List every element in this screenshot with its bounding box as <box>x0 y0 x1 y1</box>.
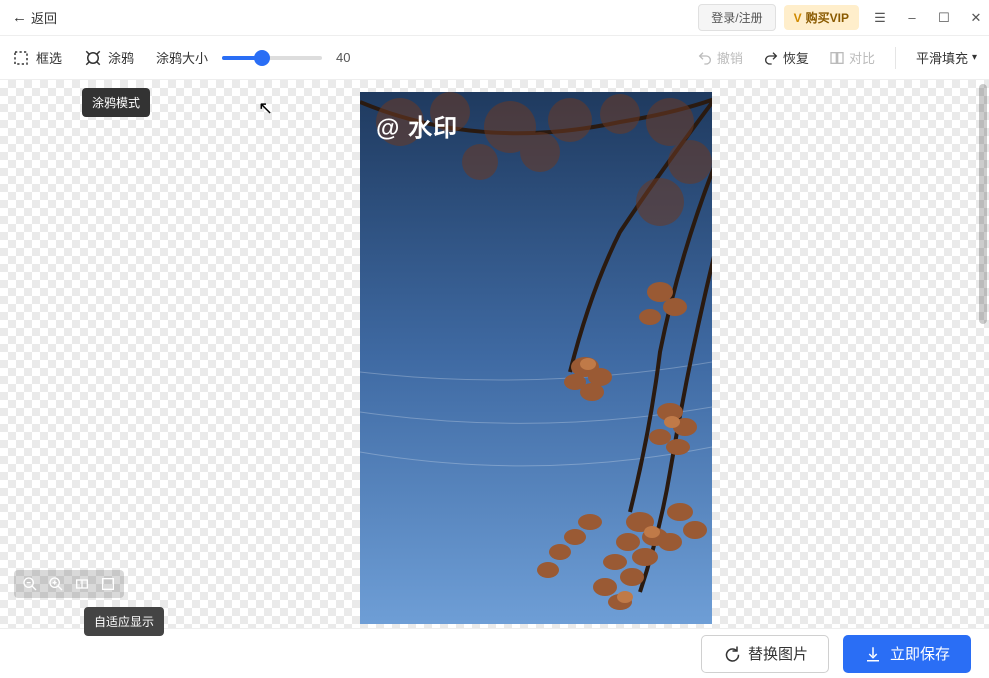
redo-label: 恢复 <box>783 48 809 67</box>
chevron-down-icon: ▾ <box>972 52 977 63</box>
brush-size-slider[interactable] <box>222 56 322 60</box>
redo-icon <box>763 50 779 66</box>
window-header: 返回 登录/注册 V 购买VIP ☰ – ☐ ✕ <box>0 0 989 36</box>
login-label: 登录/注册 <box>711 11 762 25</box>
box-select-icon <box>12 49 30 67</box>
fill-mode-label: 平滑填充 <box>916 48 968 67</box>
undo-button[interactable]: 撤销 <box>697 48 743 67</box>
minimize-icon[interactable]: – <box>905 10 919 25</box>
replace-image-button[interactable]: 替换图片 <box>701 635 829 673</box>
zoom-tooltip: 自适应显示 <box>84 607 164 636</box>
maximize-icon[interactable]: ☐ <box>937 10 951 26</box>
box-select-tool[interactable]: 框选 <box>12 48 62 67</box>
brush-tool[interactable]: 涂鸦 <box>84 48 134 67</box>
brush-size-label: 涂鸦大小 <box>156 48 208 67</box>
toolbar: 框选 涂鸦 涂鸦大小 40 撤销 恢复 <box>0 36 989 80</box>
login-button[interactable]: 登录/注册 <box>698 4 775 31</box>
brush-icon <box>84 49 102 67</box>
save-label: 立即保存 <box>890 643 950 664</box>
back-button[interactable]: 返回 <box>6 4 63 31</box>
save-button[interactable]: 立即保存 <box>843 635 971 673</box>
canvas-area[interactable]: 涂鸦模式 ↖ <box>0 80 989 628</box>
buy-vip-button[interactable]: V 购买VIP <box>784 5 859 30</box>
image-content <box>360 92 712 624</box>
box-select-label: 框选 <box>36 48 62 67</box>
cursor-icon: ↖ <box>258 98 273 119</box>
compare-label: 对比 <box>849 48 875 67</box>
slider-thumb[interactable] <box>254 50 270 66</box>
redo-button[interactable]: 恢复 <box>763 48 809 67</box>
zoom-out-icon[interactable] <box>20 574 40 594</box>
back-label: 返回 <box>31 8 57 27</box>
arrow-left-icon <box>12 9 27 26</box>
vip-label: 购买VIP <box>806 9 849 26</box>
toolbar-separator <box>895 47 896 69</box>
watermark-text: @ 水印 <box>376 108 458 143</box>
vertical-scrollbar[interactable] <box>977 80 989 628</box>
download-icon <box>864 645 882 663</box>
vip-v-icon: V <box>794 11 802 25</box>
fill-mode-dropdown[interactable]: 平滑填充 ▾ <box>916 48 977 67</box>
replace-icon <box>722 645 740 663</box>
zoom-controls <box>14 570 124 598</box>
brush-size-value: 40 <box>336 50 366 65</box>
zoom-in-icon[interactable] <box>46 574 66 594</box>
window-controls: ☰ – ☐ ✕ <box>873 10 983 26</box>
replace-label: 替换图片 <box>748 643 808 664</box>
undo-label: 撤销 <box>717 48 743 67</box>
compare-icon <box>829 50 845 66</box>
close-icon[interactable]: ✕ <box>969 10 983 26</box>
brush-size-control: 40 <box>222 50 366 65</box>
image-frame[interactable]: @ 水印 <box>360 92 712 624</box>
fit-screen-icon[interactable] <box>98 574 118 594</box>
brush-label: 涂鸦 <box>108 48 134 67</box>
menu-icon[interactable]: ☰ <box>873 10 887 26</box>
brush-tooltip: 涂鸦模式 <box>82 88 150 117</box>
compare-button[interactable]: 对比 <box>829 48 875 67</box>
undo-icon <box>697 50 713 66</box>
fit-width-icon[interactable] <box>72 574 92 594</box>
scrollbar-thumb[interactable] <box>979 84 987 324</box>
